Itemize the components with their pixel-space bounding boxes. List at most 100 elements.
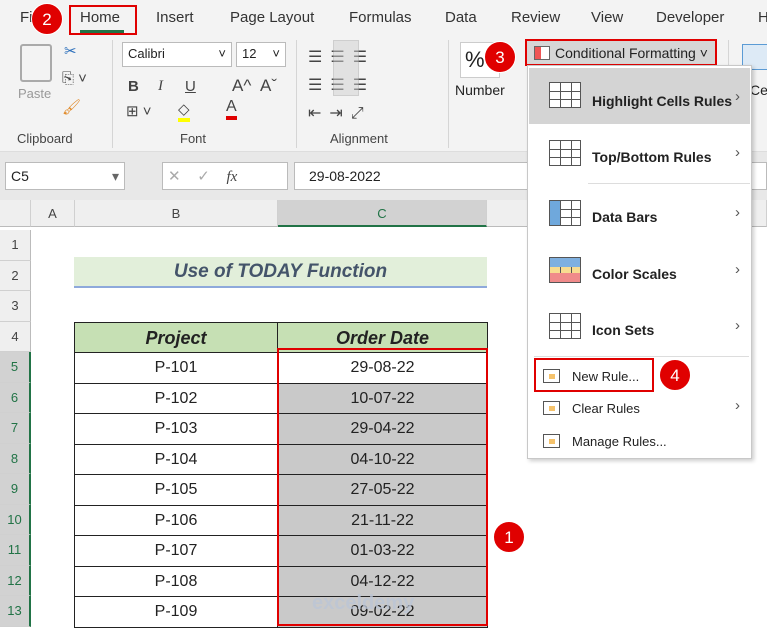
icon-sets-icon bbox=[549, 313, 581, 339]
tab-formulas[interactable]: Formulas bbox=[349, 9, 412, 26]
project-cell[interactable]: P-108 bbox=[74, 565, 278, 597]
row-header-1[interactable]: 1 bbox=[0, 230, 31, 261]
format-painter-icon[interactable]: 🖌 bbox=[62, 98, 81, 116]
paste-label[interactable]: Paste bbox=[18, 86, 51, 101]
formula-buttons: ✕ ✓ fx bbox=[162, 162, 288, 190]
clipboard-group-label: Clipboard bbox=[17, 131, 73, 146]
grow-font-button[interactable]: A^ bbox=[232, 76, 251, 96]
top-bottom-icon bbox=[549, 140, 581, 166]
project-cell[interactable]: P-103 bbox=[74, 413, 278, 445]
menu-item-icon-sets[interactable]: Icon Sets › bbox=[529, 299, 750, 355]
alignment-group-label: Alignment bbox=[330, 131, 388, 146]
menu-label: Manage Rules... bbox=[572, 434, 667, 449]
data-bars-icon bbox=[549, 200, 581, 226]
project-cell[interactable]: P-105 bbox=[74, 474, 278, 506]
tab-insert[interactable]: Insert bbox=[156, 9, 194, 26]
menu-label: Icon Sets bbox=[592, 322, 655, 338]
table-header-project[interactable]: Project bbox=[74, 321, 278, 353]
project-cell[interactable]: P-101 bbox=[74, 352, 278, 384]
manage-rules-icon bbox=[543, 434, 560, 448]
menu-label: Top/Bottom Rules bbox=[592, 149, 712, 165]
conditional-formatting-menu: Highlight Cells Rules › Top/Bottom Rules ›… bbox=[527, 65, 752, 459]
project-cell[interactable]: P-104 bbox=[74, 443, 278, 475]
chevron-right-icon: › bbox=[735, 88, 740, 105]
font-name-dropdown[interactable]: Calibri ˅ bbox=[122, 42, 232, 67]
row-header-7[interactable]: 7 bbox=[0, 413, 31, 444]
row-header-4[interactable]: 4 bbox=[0, 321, 31, 352]
tab-view[interactable]: View bbox=[591, 9, 623, 26]
column-header-a[interactable]: A bbox=[31, 200, 75, 227]
row-header-6[interactable]: 6 bbox=[0, 382, 31, 413]
conditional-formatting-icon bbox=[534, 46, 550, 60]
row-header-12[interactable]: 12 bbox=[0, 565, 31, 596]
name-box[interactable]: C5 ▾ bbox=[5, 162, 125, 190]
tab-review[interactable]: Review bbox=[511, 9, 560, 26]
fill-color-icon[interactable]: ◇ bbox=[178, 100, 190, 122]
tab-help[interactable]: H bbox=[758, 9, 767, 26]
menu-item-manage-rules[interactable]: Manage Rules... bbox=[529, 427, 750, 457]
row-header-8[interactable]: 8 bbox=[0, 443, 31, 474]
menu-label: Color Scales bbox=[592, 266, 677, 282]
column-header-c[interactable]: C bbox=[278, 200, 487, 227]
column-header-b[interactable]: B bbox=[75, 200, 278, 227]
enter-icon[interactable]: ✓ bbox=[197, 168, 210, 185]
project-cell[interactable]: P-109 bbox=[74, 596, 278, 628]
cancel-icon[interactable]: ✕ bbox=[168, 168, 181, 185]
row-header-3[interactable]: 3 bbox=[0, 291, 31, 322]
project-cell[interactable]: P-107 bbox=[74, 535, 278, 567]
row-header-11[interactable]: 11 bbox=[0, 535, 31, 566]
sheet-title[interactable]: Use of TODAY Function bbox=[74, 257, 487, 288]
cells-group-label: Cell bbox=[750, 82, 767, 98]
font-size-value: 12 bbox=[242, 46, 257, 61]
step-badge-3: 3 bbox=[484, 41, 516, 73]
number-group-label[interactable]: Number bbox=[455, 82, 505, 98]
shrink-font-button[interactable]: Aˇ bbox=[260, 76, 277, 96]
color-scales-icon bbox=[549, 257, 581, 283]
bold-button[interactable]: B bbox=[128, 78, 139, 95]
row-header-5[interactable]: 5 bbox=[0, 352, 31, 383]
menu-item-data-bars[interactable]: Data Bars › bbox=[529, 186, 750, 242]
row-header-13[interactable]: 13 bbox=[0, 596, 31, 627]
chevron-right-icon: › bbox=[735, 204, 740, 221]
tab-data[interactable]: Data bbox=[445, 9, 477, 26]
conditional-formatting-button[interactable]: Conditional Formatting ˅ bbox=[525, 39, 717, 66]
menu-item-clear-rules[interactable]: Clear Rules › bbox=[529, 394, 750, 424]
font-group-label: Font bbox=[180, 131, 207, 146]
menu-item-color-scales[interactable]: Color Scales › bbox=[529, 243, 750, 299]
row-header-9[interactable]: 9 bbox=[0, 474, 31, 505]
underline-button[interactable]: U bbox=[185, 78, 196, 95]
font-size-dropdown[interactable]: 12 ˅ bbox=[236, 42, 286, 67]
step-badge-2: 2 bbox=[31, 3, 63, 35]
menu-item-highlight-cells-rules[interactable]: Highlight Cells Rules › bbox=[529, 68, 750, 124]
font-color-icon[interactable]: A bbox=[226, 98, 237, 120]
tab-page-layout[interactable]: Page Layout bbox=[230, 9, 314, 26]
copy-icon[interactable]: ⎘ ˅ bbox=[62, 70, 87, 87]
row-header-2[interactable]: 2 bbox=[0, 260, 31, 291]
conditional-formatting-label: Conditional Formatting bbox=[555, 45, 696, 61]
home-highlight-box bbox=[69, 5, 137, 35]
paste-icon[interactable] bbox=[20, 44, 52, 82]
chevron-right-icon: › bbox=[735, 261, 740, 278]
menu-label: Highlight Cells Rules bbox=[592, 93, 733, 109]
chevron-right-icon: › bbox=[735, 144, 740, 161]
menu-item-top-bottom-rules[interactable]: Top/Bottom Rules › bbox=[529, 126, 750, 182]
italic-button[interactable]: I bbox=[158, 78, 163, 95]
menu-label: Data Bars bbox=[592, 209, 658, 225]
watermark: exceldemy bbox=[312, 592, 415, 614]
tab-developer[interactable]: Developer bbox=[656, 9, 724, 26]
project-cell[interactable]: P-106 bbox=[74, 504, 278, 536]
chevron-right-icon: › bbox=[735, 397, 740, 414]
step-badge-4: 4 bbox=[659, 359, 691, 391]
chevron-right-icon: › bbox=[735, 317, 740, 334]
project-cell[interactable]: P-102 bbox=[74, 382, 278, 414]
cut-icon[interactable]: ✂ bbox=[64, 42, 77, 60]
highlight-cells-icon bbox=[549, 82, 581, 108]
row-header-10[interactable]: 10 bbox=[0, 504, 31, 535]
menu-label: Clear Rules bbox=[572, 401, 640, 416]
center-align-active bbox=[333, 40, 359, 96]
insert-function-icon[interactable]: fx bbox=[227, 169, 238, 185]
step-badge-1: 1 bbox=[493, 521, 525, 553]
name-box-value: C5 bbox=[11, 168, 29, 184]
select-all-corner[interactable] bbox=[0, 200, 31, 227]
borders-icon[interactable]: ⊞ ˅ bbox=[126, 102, 152, 120]
